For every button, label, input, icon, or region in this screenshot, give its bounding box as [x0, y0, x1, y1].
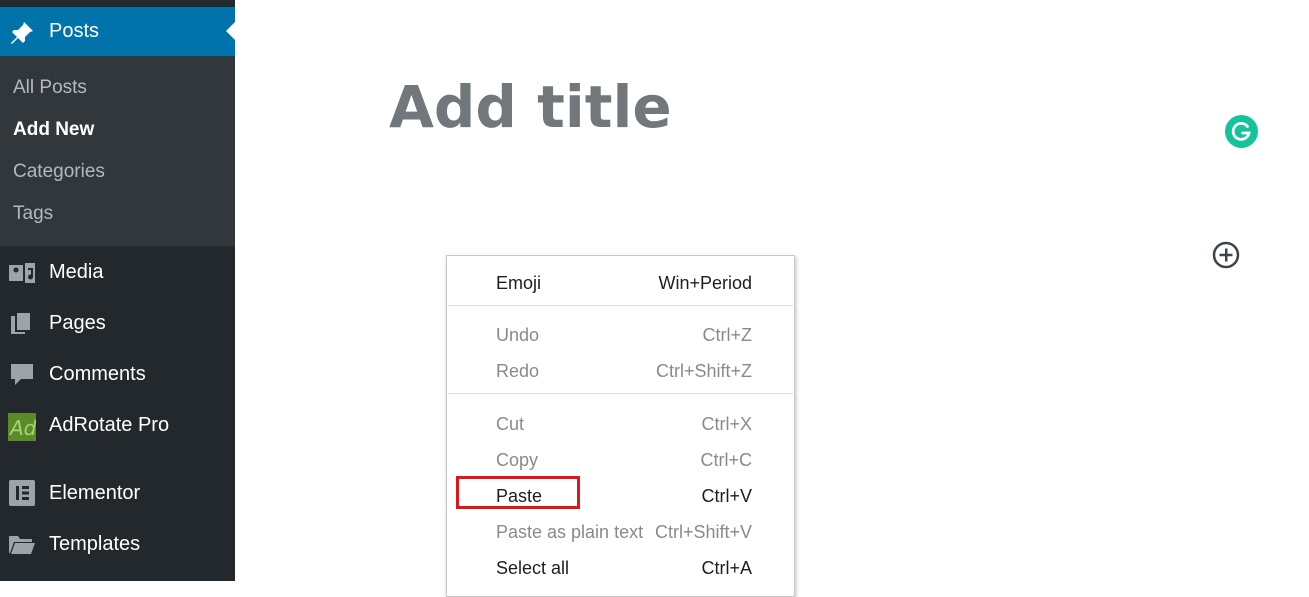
menu-item-label: Emoji [496, 273, 542, 293]
context-menu: Emoji Win+Period Undo Ctrl+Z Redo Ctrl+S… [446, 255, 795, 597]
media-icon [9, 263, 35, 283]
sidebar-item-elementor[interactable]: Elementor [0, 473, 235, 513]
grammarly-icon[interactable] [1225, 115, 1258, 148]
menu-item-label: Copy [496, 450, 539, 470]
context-menu-item-cut[interactable]: Cut Ctrl+X [447, 405, 794, 441]
menu-item-shortcut: Ctrl+C [700, 450, 752, 470]
sidebar-item-pages[interactable]: Pages [0, 303, 235, 343]
sidebar-item-label: Media [49, 261, 104, 283]
menu-item-shortcut: Ctrl+V [701, 486, 752, 506]
posts-submenu: All Posts Add New Categories Tags [0, 56, 235, 246]
submenu-item-tags[interactable]: Tags [13, 202, 53, 226]
pushpin-icon [11, 22, 33, 44]
menu-item-label: Redo [496, 361, 540, 381]
menu-item-shortcut: Ctrl+X [701, 414, 752, 434]
menu-item-shortcut: Ctrl+A [701, 558, 752, 578]
adrotate-icon: Ad [8, 413, 36, 441]
elementor-icon [9, 480, 35, 506]
sidebar-item-label: Templates [49, 533, 141, 555]
context-menu-item-paste-plain-text[interactable]: Paste as plain text Ctrl+Shift+V [447, 513, 794, 549]
current-menu-arrow [226, 22, 235, 40]
menu-item-shortcut: Ctrl+Shift+Z [655, 361, 752, 381]
sidebar-item-posts[interactable]: Posts [0, 7, 235, 56]
paste-highlight-box [456, 476, 580, 509]
sidebar-item-templates[interactable]: Templates [0, 524, 235, 564]
svg-text:Ad: Ad [8, 416, 36, 440]
menu-item-label: Paste as plain text [496, 522, 644, 542]
menu-item-label: Select all [496, 558, 570, 578]
templates-icon [9, 536, 35, 554]
sidebar-item-label: AdRotate Pro [49, 414, 170, 436]
post-title-input[interactable]: Add title [389, 74, 672, 140]
sidebar-item-label: Elementor [49, 482, 141, 504]
submenu-item-categories[interactable]: Categories [13, 160, 105, 184]
menu-item-shortcut: Ctrl+Shift+V [654, 522, 752, 542]
submenu-item-all-posts[interactable]: All Posts [13, 76, 87, 100]
context-menu-item-emoji[interactable]: Emoji Win+Period [447, 264, 794, 300]
submenu-item-add-new[interactable]: Add New [13, 118, 94, 142]
menu-item-label: Undo [496, 325, 540, 345]
admin-sidebar: Posts All Posts Add New Categories Tags … [0, 0, 235, 581]
sidebar-item-label: Comments [49, 363, 146, 385]
comments-icon [11, 364, 33, 385]
sidebar-item-label: Pages [49, 312, 106, 334]
context-menu-item-redo[interactable]: Redo Ctrl+Shift+Z [447, 352, 794, 388]
menu-item-label: Cut [496, 414, 525, 434]
menu-separator [448, 393, 793, 394]
menu-item-shortcut: Ctrl+Z [702, 325, 753, 345]
context-menu-item-select-all[interactable]: Select all Ctrl+A [447, 549, 794, 585]
pages-icon [11, 311, 32, 334]
sidebar-item-media[interactable]: Media [0, 252, 235, 292]
menu-separator [448, 305, 793, 306]
sidebar-item-adrotate-pro[interactable]: Ad AdRotate Pro [0, 405, 235, 445]
context-menu-item-undo[interactable]: Undo Ctrl+Z [447, 316, 794, 352]
sidebar-item-label: Posts [49, 20, 100, 42]
sidebar-item-comments[interactable]: Comments [0, 354, 235, 394]
add-block-icon[interactable] [1211, 240, 1241, 270]
context-menu-item-copy[interactable]: Copy Ctrl+C [447, 441, 794, 477]
menu-item-shortcut: Win+Period [658, 273, 752, 293]
